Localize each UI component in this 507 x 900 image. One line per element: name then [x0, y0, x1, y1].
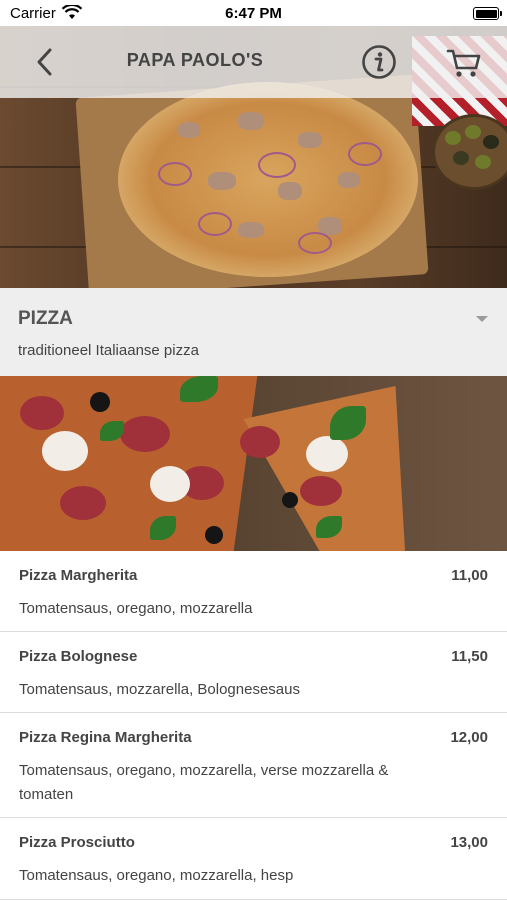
item-price: 13,00 [450, 834, 488, 851]
category-title: PIZZA [18, 308, 73, 329]
chevron-left-icon [30, 48, 60, 82]
status-time: 6:47 PM [225, 5, 282, 22]
chevron-down-icon [476, 316, 488, 322]
item-description: Tomatensaus, oregano, mozzarella [19, 600, 253, 617]
back-button[interactable] [30, 46, 60, 78]
item-description: Tomatensaus, oregano, mozzarella, verse … [19, 762, 389, 803]
menu-item-pizza-margherita[interactable]: Pizza Margherita 11,00 Tomatensaus, oreg… [0, 551, 507, 632]
menu-item-pizza-prosciutto[interactable]: Pizza Prosciutto 13,00 Tomatensaus, oreg… [0, 818, 507, 900]
page-title: PAPA PAOLO'S [126, 50, 264, 70]
item-description: Tomatensaus, oregano, mozzarella, hesp [19, 867, 294, 884]
category-pizza-image [0, 376, 507, 551]
item-price: 12,00 [450, 729, 488, 746]
olive-bowl [432, 114, 507, 190]
item-description: Tomatensaus, mozzarella, Bolognesesaus [19, 681, 300, 698]
cart-button[interactable] [446, 44, 482, 80]
item-price: 11,00 [451, 567, 488, 584]
item-name: Pizza Margherita [19, 567, 138, 584]
battery-icon [473, 7, 502, 20]
navigation-bar: PAPA PAOLO'S [0, 26, 507, 98]
cart-icon [446, 49, 482, 84]
item-name: Pizza Regina Margherita [19, 729, 192, 746]
tuna-pizza [118, 82, 418, 277]
item-name: Pizza Bolognese [19, 648, 138, 665]
info-icon [361, 45, 397, 84]
menu-list: Pizza Margherita 11,00 Tomatensaus, oreg… [0, 551, 507, 900]
category-subtitle: traditioneel Italiaanse pizza [18, 342, 199, 359]
status-bar: Carrier 6:47 PM [0, 0, 507, 26]
menu-item-pizza-bolognese[interactable]: Pizza Bolognese 11,50 Tomatensaus, mozza… [0, 632, 507, 713]
menu-item-pizza-regina-margherita[interactable]: Pizza Regina Margherita 12,00 Tomatensau… [0, 713, 507, 818]
info-button[interactable] [361, 44, 397, 80]
category-header-pizza[interactable]: PIZZA traditioneel Italiaanse pizza [0, 288, 507, 376]
item-name: Pizza Prosciutto [19, 834, 135, 851]
item-price: 11,50 [451, 648, 488, 665]
